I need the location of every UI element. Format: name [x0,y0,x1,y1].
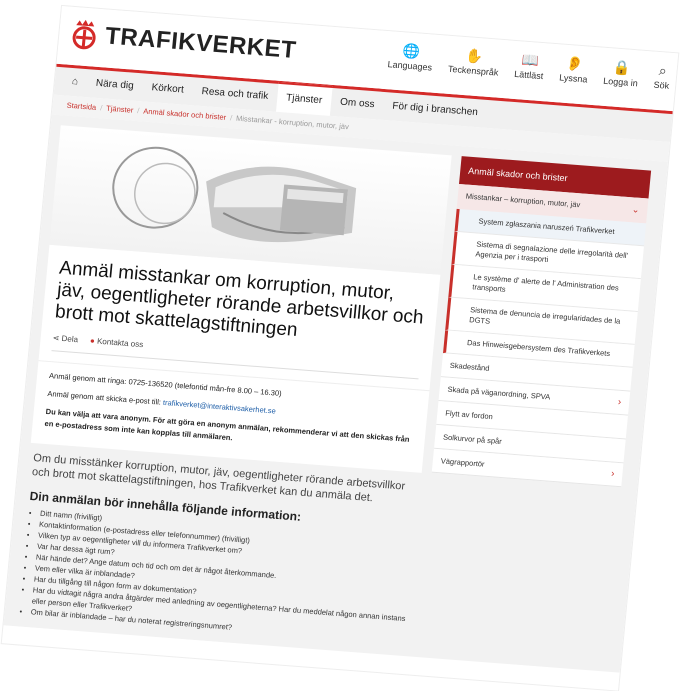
search-icon: ⌕ [658,62,668,79]
header-tools: 🌐 Languages ✋ Teckenspråk 📖 Lättläst 👂 Lyssna 🔒 L… [387,41,671,91]
chevron-down-icon: ⌄ [631,204,640,215]
sidebar-item-label: Vägrapportör [440,456,485,469]
nav-item-1[interactable]: Körkort [141,73,194,105]
sidebar-item-label: Flytt av fordon [444,408,494,422]
tool-label: Languages [387,59,433,73]
content-column: Anmäl misstankar om korruption, mutor, j… [14,125,452,646]
crown-logo-icon [68,17,101,53]
breadcrumb-item[interactable]: Tjänster [106,104,134,115]
breadcrumb-item: Misstankar - korruption, mutor, jäv [235,113,350,132]
tool-label: Lyssna [558,72,588,85]
sign-language-icon: ✋ [465,47,485,65]
tool-label: Sök [653,79,670,91]
share-button[interactable]: ⋖ Dela [52,333,78,344]
tool-label: Lättläst [513,68,544,82]
main-area: Anmäl misstankar om korruption, mutor, j… [3,114,669,673]
tool-label: Logga in [602,75,639,89]
contact-email-link[interactable]: trafikverket@interaktivsakerhet.se [163,398,277,416]
listen-icon: 👂 [565,54,585,73]
tool-teckenspråk[interactable]: ✋ Teckenspråk [447,46,501,78]
breadcrumb-item[interactable]: Startsida [66,101,96,112]
globe-icon: 🌐 [401,42,421,60]
sidebar-item-label: Solkurvor på spår [442,432,503,446]
contact-link-label: Kontakta oss [96,336,144,350]
tool-languages[interactable]: 🌐 Languages [387,41,434,72]
logo-text: TRAFIKVERKET [104,22,298,65]
nav-item-4[interactable]: Om oss [330,88,385,120]
home-icon[interactable]: ⌂ [62,67,89,97]
sidebar-items: Skadestånd Skada på väganordning, SPVA › Fl… [431,353,633,488]
sidebar-current-label: Misstankar – korruption, mutor, jäv [465,191,581,210]
share-label: Dela [61,333,79,345]
chevron-right-icon: › [610,468,615,480]
tool-lyssna[interactable]: 👂 Lyssna [558,54,590,85]
browser-page: TRAFIKVERKET 🌐 Languages ✋ Teckenspråk 📖 Lätt… [1,6,679,691]
tool-logga-in[interactable]: 🔒 Logga in [603,58,640,89]
tool-sök[interactable]: ⌕ Sök [653,62,671,91]
sidebar-item-label: Skada på väganordning, SPVA [447,384,551,402]
logo[interactable]: TRAFIKVERKET [68,17,298,68]
nav-item-0[interactable]: Nära dig [86,69,144,101]
tool-lättläst[interactable]: 📖 Lättläst [514,51,546,81]
sidebar: Anmäl skador och brister Misstankar – ko… [415,156,652,661]
nav-item-3[interactable]: Tjänster [275,81,333,116]
sidebar-languages: System zgłaszania naruszeń Trafikverket S… [443,208,647,368]
chevron-right-icon: › [617,396,622,408]
contact-link[interactable]: ● Kontakta oss [90,336,144,349]
contact-email-prefix: Anmäl genom att skicka e-post till: [47,388,162,407]
lock-icon: 🔒 [612,58,632,76]
tool-label: Teckenspråk [447,63,499,78]
sidebar-item-label: Skadestånd [449,360,490,373]
breadcrumb-item[interactable]: Anmäl skador och brister [143,107,227,122]
easy-read-icon: 📖 [520,51,540,69]
